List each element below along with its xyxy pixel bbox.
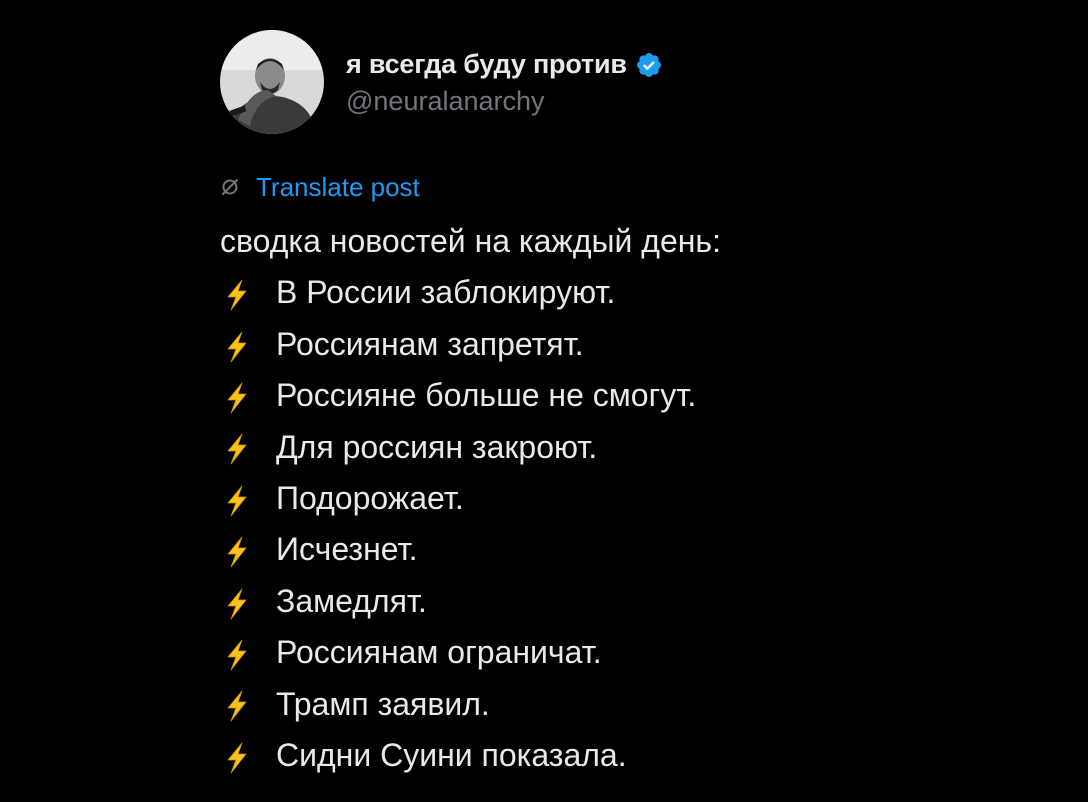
post-line-text: Россиянам ограничат. [276,634,602,671]
lightning-icon [220,276,254,311]
lightning-icon [220,739,254,774]
post-line: Исчезнет. [220,524,1040,575]
translate-icon [220,177,240,197]
post-line-text: Россиянам запретят. [276,325,584,362]
translate-post-label: Translate post [256,171,420,202]
lightning-icon [220,328,254,362]
post-items: В России заблокируют. Россиянам запретят.… [220,267,1040,781]
post-line-text: Подорожает. [276,480,464,517]
lightning-icon [220,533,254,568]
post-line-text: Россияне больше не смогут. [276,377,697,414]
avatar[interactable] [220,30,324,134]
post-header: я всегда буду против @neuralanarchy [220,30,1040,134]
post-line: Замедлят. [220,576,1040,627]
lightning-icon [220,379,254,414]
lightning-icon [220,636,254,671]
post-line: Россияне больше не смогут. [220,370,1040,421]
post-line: Сидни Суини показала. [220,730,1040,781]
post-line-text: Трамп заявил. [276,685,490,722]
name-row: я всегда буду против [346,48,663,82]
post-line: Россиянам запретят. [220,319,1040,370]
post-line: Трамп заявил. [220,679,1040,730]
author-identity: я всегда буду против @neuralanarchy [346,48,663,117]
post-text: сводка новостей на каждый день: В России… [220,216,1040,781]
post-line-text: В России заблокируют. [276,274,616,311]
translate-post-link[interactable]: Translate post [220,172,1040,202]
post-line: В России заблокируют. [220,267,1040,318]
post-line-text: Для россиян закроют. [276,428,598,465]
lightning-icon [220,585,254,619]
lightning-icon [220,430,254,465]
post-line-text: Исчезнет. [276,531,418,568]
post-intro: сводка новостей на каждый день: [220,223,721,259]
post: я всегда буду против @neuralanarchy Tran… [220,30,1040,781]
lightning-icon [220,482,254,517]
verified-badge-icon[interactable] [635,51,663,79]
post-line: Для россиян закроют. [220,422,1040,473]
post-line-text: Замедлят. [276,582,427,619]
display-name[interactable]: я всегда буду против [346,49,627,80]
lightning-icon [220,687,254,722]
post-line-text: Сидни Суини показала. [276,737,627,774]
post-line: Россиянам ограничат. [220,627,1040,678]
author-handle[interactable]: @neuralanarchy [346,86,663,117]
post-line: Подорожает. [220,473,1040,524]
